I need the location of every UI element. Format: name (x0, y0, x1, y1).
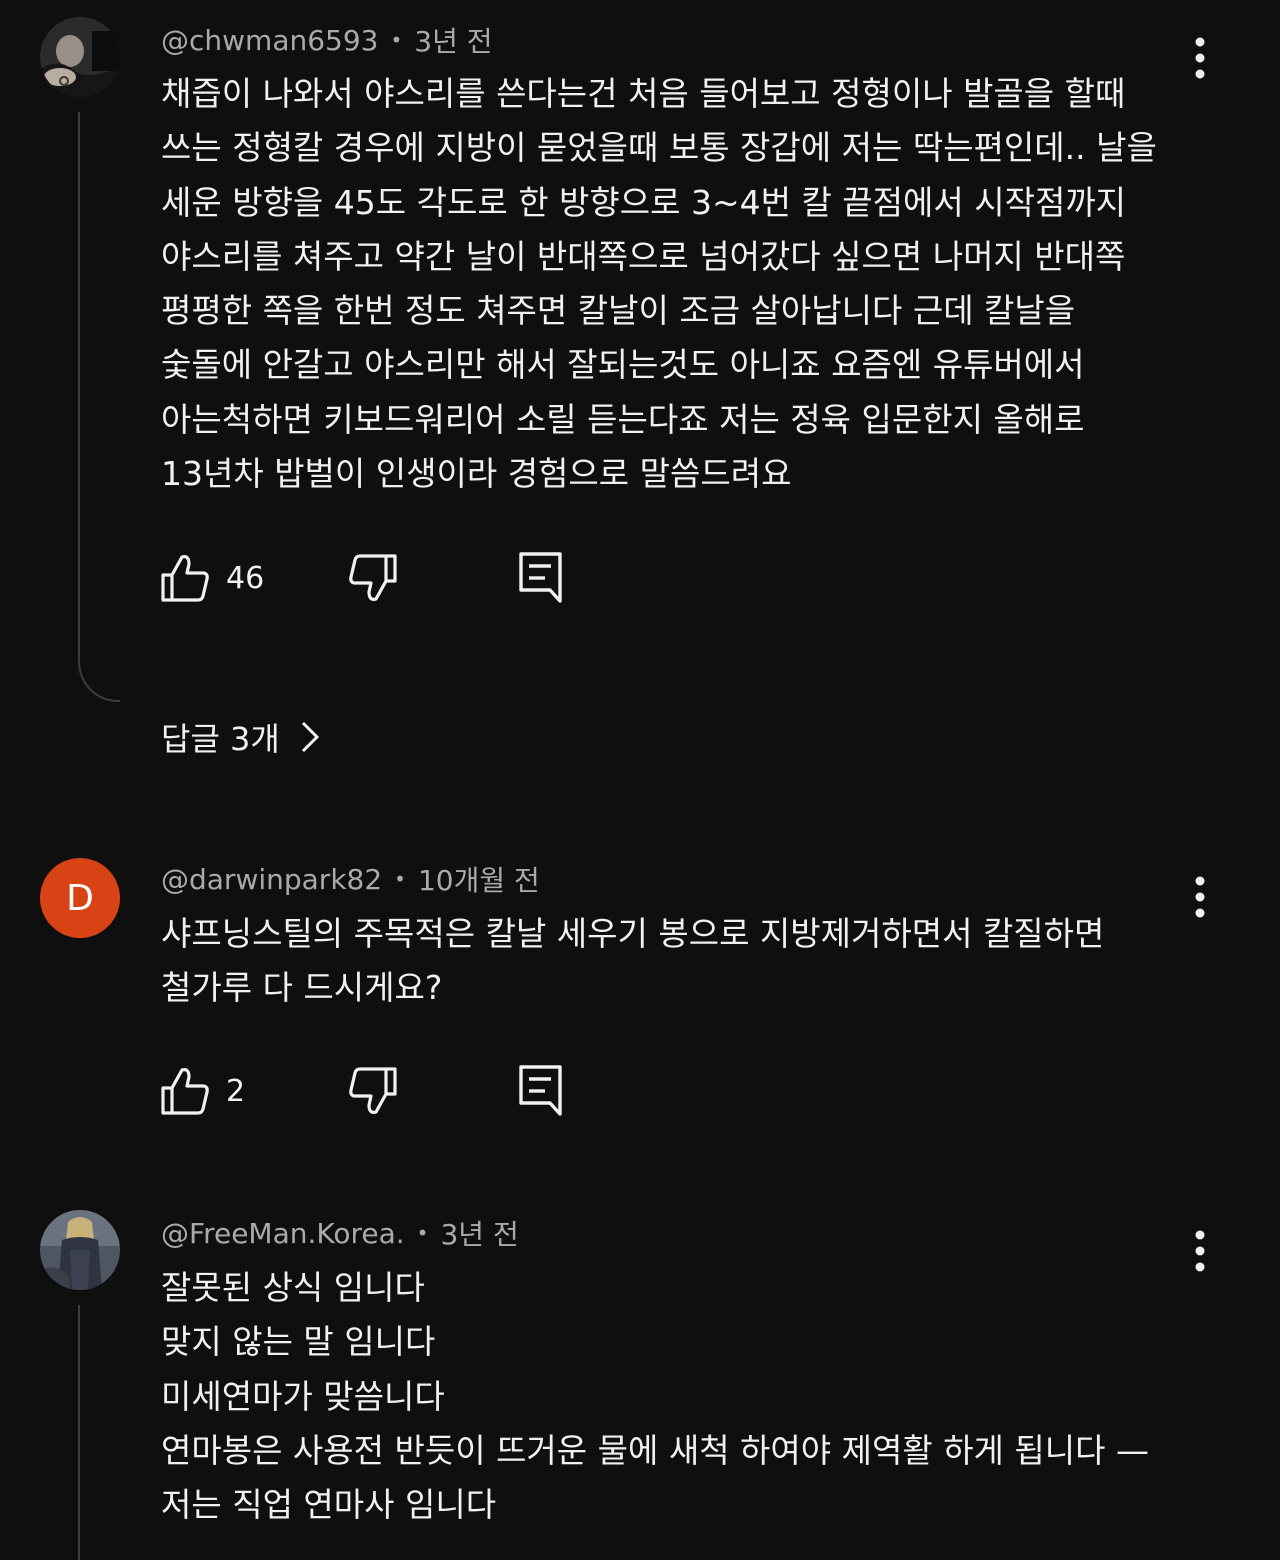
avatar[interactable] (40, 17, 120, 97)
comment-text-line: 샤프닝스틸의 주목적은 칼날 세우기 봉으로 지방제거하면서 칼질하면 (161, 914, 1105, 953)
comment-text-line: 잘못된 상식 임니다 (161, 1268, 425, 1307)
avatar[interactable]: D (40, 858, 120, 938)
thumbs-down-icon (349, 554, 397, 601)
meta-separator: • (416, 1221, 429, 1245)
reply-thread-line (78, 112, 120, 702)
comment-author[interactable]: @FreeMan.Korea. (161, 1217, 405, 1250)
comment-time[interactable]: 3년 전 (414, 20, 492, 60)
meta-separator: • (390, 28, 403, 52)
like-count: 46 (226, 560, 265, 596)
comment-time[interactable]: 10개월 전 (418, 859, 540, 899)
comment-text-line: 아는척하면 키보드워리어 소릴 듣는다죠 저는 정육 입문한지 올해로 (161, 399, 1085, 439)
thumbs-down-icon (349, 1067, 397, 1114)
like-button[interactable]: 46 (160, 550, 264, 606)
comment-text-line: 평평한 쪽을 한번 정도 쳐주면 칼날이 조금 살아납니다 근데 칼날을 (161, 291, 1076, 331)
comment-author[interactable]: @chwman6593 (161, 24, 378, 57)
avatar[interactable] (40, 1210, 120, 1290)
comment-text-line: 저는 직업 연마사 임니다 (161, 1485, 497, 1525)
comment-time[interactable]: 3년 전 (440, 1213, 518, 1253)
comment-text: 잘못된 상식 임니다 맞지 않는 말 임니다 미세연마가 맞씀니다 연마봉은 사… (161, 1261, 1221, 1532)
comment-meta: @chwman6593 • 3년 전 (161, 18, 493, 62)
thumbs-up-icon (161, 555, 209, 602)
comment-text: 샤프닝스틸의 주목적은 칼날 세우기 봉으로 지방제거하면서 칼질하면 철가루 … (161, 907, 1221, 1016)
reply-thread-line (78, 1305, 80, 1560)
comment-text-line: 미세연마가 맞씀니다 (161, 1376, 445, 1416)
reply-comment-icon (519, 552, 562, 603)
avatar-photo (40, 1210, 120, 1290)
avatar-photo (40, 17, 120, 97)
dislike-button[interactable] (348, 550, 398, 606)
comment-text-line: 숯돌에 안갈고 야스리만 해서 잘되는것도 아니죠 요즘엔 유튜버에서 (161, 345, 1085, 385)
meta-separator: • (394, 867, 406, 891)
dislike-button[interactable] (348, 1063, 398, 1119)
comment-text-line: 야스리를 쳐주고 약간 날이 반대쪽으로 넘어갔다 싶으면 나머지 반대쪽 (161, 236, 1126, 276)
comment-text-line: 세운 방향을 45도 각도로 한 방향으로 3~4번 칼 끝점에서 시작점까지 (161, 182, 1127, 222)
like-count: 2 (226, 1073, 246, 1109)
comment-actions: 2 (160, 1063, 580, 1119)
reply-button[interactable] (518, 1063, 564, 1119)
comment-text-line: 연마봉은 사용전 반듯이 뜨거운 물에 새척 하여야 제역활 하게 됩니다 — (161, 1430, 1149, 1470)
comment-text-line: 쓰는 정형칼 경우에 지방이 묻었을때 보통 장갑에 저는 딱는편인데.. 날을 (161, 128, 1157, 168)
comment-text-line: 13년차 밥벌이 인생이라 경험으로 말씀드려요 (161, 454, 792, 494)
chevron-right-icon (301, 721, 319, 753)
comment-text-line: 맞지 않는 말 임니다 (161, 1322, 436, 1362)
reply-comment-icon (519, 1065, 562, 1116)
comment-author[interactable]: @darwinpark82 (161, 863, 382, 896)
view-replies-button[interactable]: 답글 3개 (161, 712, 322, 762)
comment-actions: 46 (160, 550, 580, 606)
comment-text-line: 채즙이 나와서 야스리를 쓴다는건 처음 들어보고 정형이나 발골을 할때 (161, 74, 1126, 113)
comment-text-line: 철가루 다 드시게요? (161, 968, 443, 1008)
comment-text: 채즙이 나와서 야스리를 쓴다는건 처음 들어보고 정형이나 발골을 할때 쓰는… (161, 67, 1221, 501)
comment-meta: @darwinpark82 • 10개월 전 (161, 857, 540, 901)
thumbs-up-icon (161, 1068, 209, 1115)
comment-meta: @FreeMan.Korea. • 3년 전 (161, 1211, 519, 1255)
like-button[interactable]: 2 (160, 1063, 245, 1119)
replies-label: 답글 3개 (161, 720, 280, 758)
reply-button[interactable] (518, 550, 564, 606)
